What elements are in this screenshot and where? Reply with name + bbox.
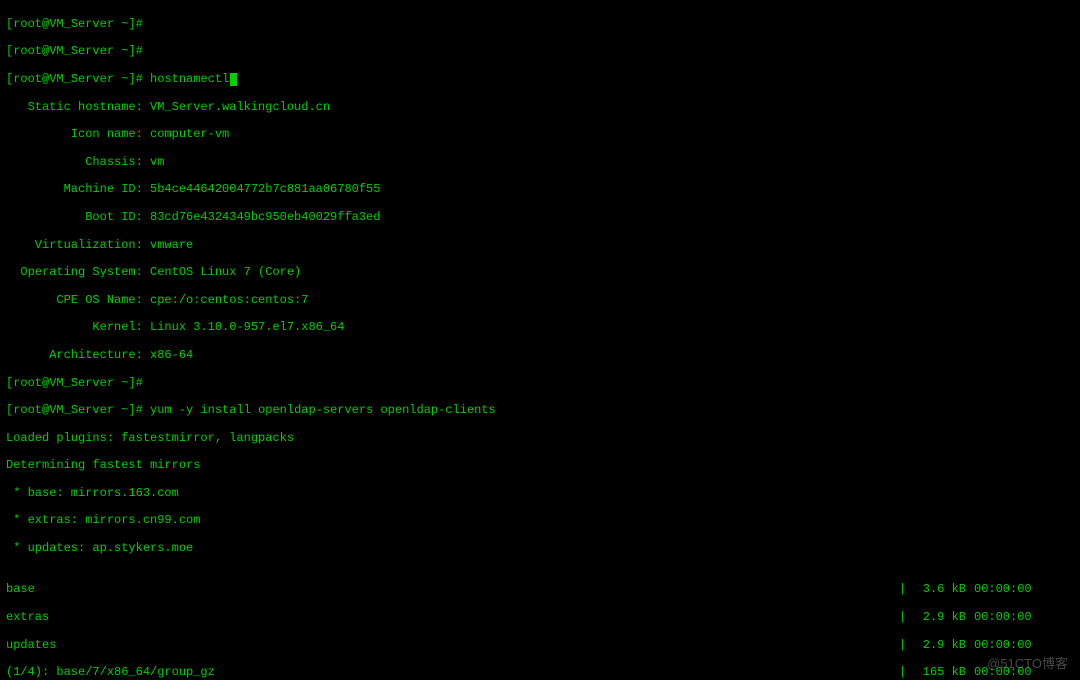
hostnamectl-output: Architecture: x86-64 bbox=[6, 349, 1074, 363]
hostnamectl-output: Virtualization: vmware bbox=[6, 239, 1074, 253]
download-row: extras|2.9 kB00:00:00 bbox=[6, 611, 1070, 625]
hostnamectl-output: Static hostname: VM_Server.walkingcloud.… bbox=[6, 101, 1074, 115]
yum-output: * updates: ap.stykers.moe bbox=[6, 542, 1074, 556]
download-row: (1/4): base/7/x86_64/group_gz|165 kB00:0… bbox=[6, 666, 1070, 680]
prompt-line-empty: [root@VM_Server ~]# bbox=[6, 18, 1074, 32]
yum-output: Determining fastest mirrors bbox=[6, 459, 1074, 473]
yum-output: * extras: mirrors.cn99.com bbox=[6, 514, 1074, 528]
hostnamectl-output: Chassis: vm bbox=[6, 156, 1074, 170]
hostnamectl-output: Icon name: computer-vm bbox=[6, 128, 1074, 142]
prompt-line-hostnamectl: [root@VM_Server ~]# hostnamectl bbox=[6, 73, 1074, 87]
prompt-line-empty2: [root@VM_Server ~]# bbox=[6, 45, 1074, 59]
download-row: updates|2.9 kB00:00:00 bbox=[6, 639, 1070, 653]
download-row: base|3.6 kB00:00:00 bbox=[6, 583, 1070, 597]
hostnamectl-output: Machine ID: 5b4ce44642004772b7c881aa0678… bbox=[6, 183, 1074, 197]
terminal[interactable]: [root@VM_Server ~]# [root@VM_Server ~]# … bbox=[0, 0, 1080, 680]
hostnamectl-output: Boot ID: 83cd76e4324349bc950eb40029ffa3e… bbox=[6, 211, 1074, 225]
hostnamectl-output: Kernel: Linux 3.10.0-957.el7.x86_64 bbox=[6, 321, 1074, 335]
prompt-line-yum: [root@VM_Server ~]# yum -y install openl… bbox=[6, 404, 1074, 418]
hostnamectl-output: CPE OS Name: cpe:/o:centos:centos:7 bbox=[6, 294, 1074, 308]
cursor-icon bbox=[230, 73, 237, 86]
prompt-line-empty3: [root@VM_Server ~]# bbox=[6, 377, 1074, 391]
yum-output: Loaded plugins: fastestmirror, langpacks bbox=[6, 432, 1074, 446]
yum-output: * base: mirrors.163.com bbox=[6, 487, 1074, 501]
hostnamectl-output: Operating System: CentOS Linux 7 (Core) bbox=[6, 266, 1074, 280]
